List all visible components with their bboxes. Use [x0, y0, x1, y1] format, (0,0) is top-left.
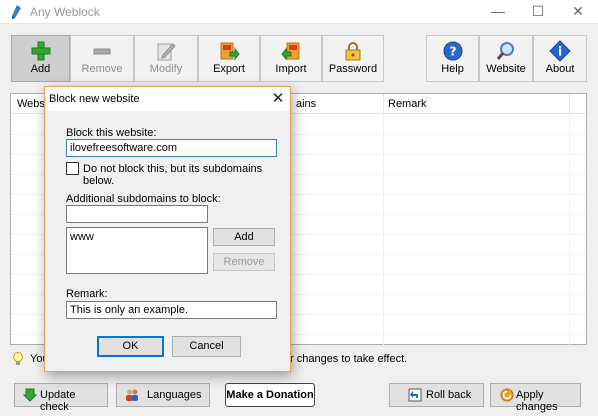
update-check-button[interactable]: Update check [14, 383, 108, 413]
additional-subdomain-input[interactable] [66, 205, 208, 223]
password-label: Password [328, 63, 378, 75]
donate-label: Make a Donation [226, 389, 314, 401]
window-title: Any Weblock [30, 5, 100, 19]
remove-subdomain-button[interactable]: Remove [213, 253, 275, 271]
import-label: Import [275, 63, 307, 75]
maximize-button[interactable]: ☐ [518, 0, 558, 24]
dialog-close-icon[interactable]: ✕ [268, 89, 288, 109]
donate-button[interactable]: Make a Donation [225, 383, 315, 407]
dialog-title-bar: Block new website ✕ [45, 87, 290, 111]
export-label: Export [213, 63, 245, 75]
modify-button[interactable]: Modify [134, 35, 198, 82]
lightbulb-icon [13, 352, 23, 365]
update-check-label: Update check [40, 389, 76, 413]
svg-text:i: i [558, 45, 562, 59]
app-logo-icon [12, 5, 21, 19]
website-label: Website [486, 63, 526, 75]
magnifier-icon [496, 42, 514, 60]
password-button[interactable]: Password [322, 35, 384, 82]
cancel-button[interactable]: Cancel [172, 336, 241, 357]
roll-back-button[interactable]: Roll back [389, 383, 484, 407]
toolbar: Add Remove Modify Export Import Password… [0, 24, 598, 88]
download-icon [23, 388, 37, 402]
title-bar: Any Weblock — ☐ ✕ [0, 0, 598, 24]
info-icon: i [549, 40, 571, 62]
help-icon: ? [443, 41, 462, 61]
subdomains-listbox[interactable]: www [66, 227, 208, 274]
remove-button[interactable]: Remove [70, 35, 134, 82]
export-icon [220, 42, 240, 61]
about-button[interactable]: i About [533, 35, 587, 82]
languages-label: Languages [147, 389, 202, 401]
add-button[interactable]: Add [11, 35, 70, 82]
remove-label: Remove [81, 63, 123, 75]
export-button[interactable]: Export [198, 35, 260, 82]
languages-button[interactable]: Languages [116, 383, 210, 407]
close-button[interactable]: ✕ [558, 0, 598, 24]
minus-icon [93, 48, 111, 55]
hint-text-end: r changes to take effect. [290, 353, 408, 365]
apply-changes-label: Apply changes [516, 389, 558, 413]
edit-icon [157, 43, 176, 61]
column-remark[interactable]: Remark [388, 98, 427, 110]
import-button[interactable]: Import [260, 35, 322, 82]
dialog-title: Block new website [49, 93, 140, 105]
import-icon [281, 42, 300, 61]
grid-line [569, 114, 570, 346]
list-item[interactable]: www [70, 231, 204, 243]
column-separator [569, 94, 570, 114]
grid-line [383, 114, 384, 346]
add-label: Add [30, 63, 51, 75]
remark-label: Remark: [66, 288, 108, 300]
modify-label: Modify [149, 63, 183, 75]
svg-text:?: ? [449, 45, 456, 59]
help-button[interactable]: ? Help [426, 35, 479, 82]
ok-button[interactable]: OK [97, 336, 164, 357]
website-button[interactable]: Website [479, 35, 533, 82]
add-subdomain-button[interactable]: Add [213, 228, 275, 246]
people-icon [126, 389, 138, 401]
about-label: About [545, 63, 575, 75]
lock-icon [345, 42, 361, 61]
remark-input[interactable] [66, 301, 277, 319]
subdomains-only-checkbox[interactable] [66, 162, 79, 175]
column-separator [383, 94, 384, 114]
undo-icon [408, 388, 422, 402]
help-label: Help [441, 63, 464, 75]
column-subdomains[interactable]: ains [296, 98, 316, 110]
plus-icon [31, 41, 50, 61]
roll-back-label: Roll back [426, 389, 472, 401]
additional-subdomains-label: Additional subdomains to block: [66, 193, 221, 205]
website-field-label: Block this website: [66, 127, 157, 139]
subdomains-only-label: Do not block this, but its subdomains be… [83, 163, 263, 187]
apply-changes-button[interactable]: Apply changes [490, 383, 581, 413]
apply-icon [500, 388, 514, 402]
block-website-dialog: Block new website ✕ Block this website: … [44, 86, 291, 372]
website-input[interactable] [66, 139, 277, 157]
minimize-button[interactable]: — [478, 0, 518, 24]
